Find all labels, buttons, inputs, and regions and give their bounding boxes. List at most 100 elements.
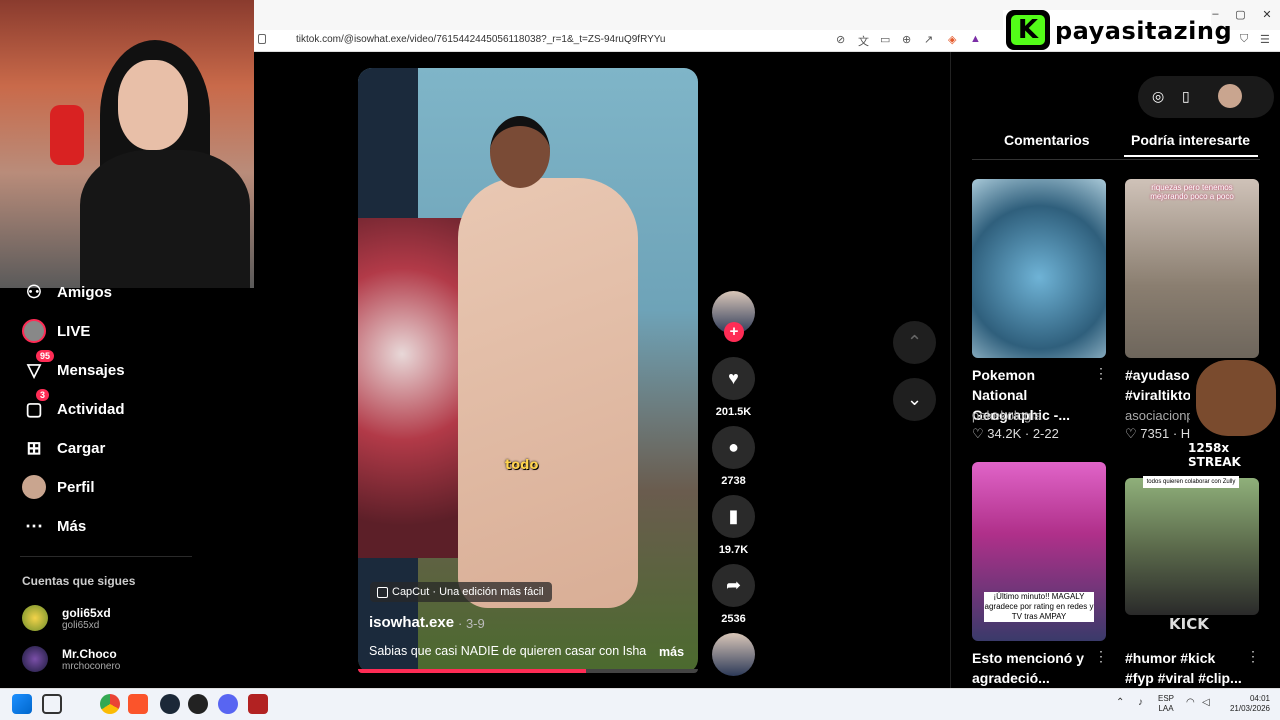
kick-logo-icon: K xyxy=(1006,10,1050,50)
tab-recommended[interactable]: Podría interesarte xyxy=(1131,132,1250,148)
microphone-tray-icon[interactable]: ♪ xyxy=(1138,697,1143,708)
input-language[interactable]: ESP LAA xyxy=(1158,694,1174,714)
site-info-icon[interactable] xyxy=(258,34,266,44)
tray-expand-icon[interactable]: ⌃ xyxy=(1116,697,1124,708)
translate-icon[interactable]: 文 xyxy=(858,33,869,49)
lang-code: ESP xyxy=(1158,694,1175,703)
share-page-icon[interactable]: ↗ xyxy=(924,33,933,46)
follow-plus-icon[interactable]: + xyxy=(724,322,744,342)
activity-badge: 3 xyxy=(36,389,50,401)
following-account[interactable]: Mr.Choco mrchoconero xyxy=(22,646,120,672)
streamer-name: payasitazing xyxy=(1055,17,1233,45)
microphone-icon xyxy=(50,105,84,165)
recommendation-author[interactable]: asociacionp xyxy=(1125,408,1194,423)
sidebar-item-profile[interactable]: Perfil xyxy=(22,475,95,499)
recommendation-date: 2-22 xyxy=(1032,426,1059,441)
thumbnail-text: ¡Último minuto!! MAGALY agradece por rat… xyxy=(984,592,1094,622)
thumbnail-text: riquezas pero tenemos mejorando poco a p… xyxy=(1150,183,1234,201)
messages-badge: 95 xyxy=(36,350,55,362)
recommendation-thumbnail[interactable] xyxy=(972,179,1106,358)
video-scene-dress xyxy=(458,178,638,608)
next-video-button[interactable]: ⌄ xyxy=(893,378,936,421)
thumbnail-text: KICK xyxy=(1169,615,1209,633)
discord-icon[interactable] xyxy=(218,694,238,714)
close-icon[interactable]: ✕ xyxy=(1262,8,1271,21)
activity-icon: ▢ 3 xyxy=(22,389,50,421)
tab-comments[interactable]: Comentarios xyxy=(1004,132,1090,148)
github-icon[interactable] xyxy=(188,694,208,714)
share-button[interactable]: ➦ 2536 xyxy=(712,564,755,625)
more-options-icon[interactable]: ⋮ xyxy=(1094,648,1108,665)
streak-counter: 1258x STREAK xyxy=(1188,441,1241,469)
recommendation-thumbnail[interactable] xyxy=(1125,478,1259,615)
video-date: · 3-9 xyxy=(458,616,485,631)
sidebar-item-friends[interactable]: ⚇ Amigos xyxy=(22,280,112,304)
steam-icon[interactable] xyxy=(160,694,180,714)
streak-face xyxy=(1196,360,1276,436)
sidebar-item-label: Más xyxy=(57,517,87,535)
heart-icon: ♥ xyxy=(712,357,755,400)
sidebar-item-live[interactable]: LIVE xyxy=(22,319,90,343)
next-creator-avatar[interactable] xyxy=(712,633,755,676)
sidebar-item-label: Perfil xyxy=(57,478,95,496)
recommendation-date: · H xyxy=(1172,426,1191,441)
clock[interactable]: 04:01 21/03/2026 xyxy=(1226,694,1270,714)
recommendation-thumbnail[interactable]: riquezas pero tenemos mejorando poco a p… xyxy=(1125,179,1259,358)
hide-media-icon[interactable]: ⊘ xyxy=(836,33,845,46)
sidebar-item-more[interactable]: ⋯ Más xyxy=(22,514,86,538)
brave-icon[interactable] xyxy=(128,694,148,714)
cast-icon[interactable]: ▭ xyxy=(880,33,890,46)
sidebar-item-label: Cargar xyxy=(57,439,106,457)
more-options-icon[interactable]: ⋮ xyxy=(1246,648,1260,665)
thumbnail-banner: todos quieren colaborar con Zully xyxy=(1143,476,1239,488)
menu-icon[interactable]: ☰ xyxy=(1260,33,1270,46)
wifi-icon[interactable]: ◠ xyxy=(1186,697,1195,708)
compass-icon[interactable]: ◎ xyxy=(1152,88,1164,105)
more-options-icon[interactable]: ⋮ xyxy=(1094,365,1108,382)
recommendation-title[interactable]: #humor #kick #fyp #viral #clip... xyxy=(1125,648,1245,688)
video-description: Sabias que casi NADIE de quieren casar c… xyxy=(369,644,647,658)
following-account[interactable]: goli65xd goli65xd xyxy=(22,605,111,631)
url-text[interactable]: tiktok.com/@isowhat.exe/video/7615442445… xyxy=(296,34,665,45)
video-scene-head xyxy=(490,116,550,188)
zoom-icon[interactable]: ⊕ xyxy=(902,33,911,46)
panel-divider xyxy=(950,52,951,688)
vpn-icon[interactable]: ⛉ xyxy=(1240,33,1248,46)
chrome-icon[interactable] xyxy=(100,694,120,714)
sidebar-item-upload[interactable]: ⊞ Cargar xyxy=(22,436,105,460)
sidebar-divider xyxy=(20,556,192,557)
previous-video-button[interactable]: ⌃ xyxy=(893,321,936,364)
active-tab-indicator xyxy=(1124,155,1258,157)
friends-icon: ⚇ xyxy=(25,281,43,302)
account-username: mrchoconero xyxy=(62,660,121,672)
comment-icon: ● xyxy=(712,426,755,469)
rewards-icon[interactable]: ▲ xyxy=(970,33,981,45)
comment-count: 2738 xyxy=(721,475,746,487)
description-more-link[interactable]: más xyxy=(659,645,684,659)
save-button[interactable]: ▮ 19.7K xyxy=(712,495,755,556)
account-name: goli65xd xyxy=(62,605,111,620)
sidebar-item-messages[interactable]: ▽ 95 Mensajes xyxy=(22,350,125,382)
task-view-icon[interactable] xyxy=(42,694,62,714)
sidebar-item-activity[interactable]: ▢ 3 Actividad xyxy=(22,389,125,421)
user-avatar[interactable] xyxy=(1218,84,1242,108)
video-author[interactable]: isowhat.exe xyxy=(369,614,454,631)
maximize-icon[interactable]: ▢ xyxy=(1235,8,1245,21)
comment-button[interactable]: ● 2738 xyxy=(712,426,755,487)
lang-layout: LAA xyxy=(1158,704,1174,713)
capcut-badge[interactable]: CapCut · Una edición más fácil xyxy=(370,582,552,602)
recommendation-title[interactable]: Esto mencionó y agradeció... xyxy=(972,648,1092,688)
brave-shield-icon[interactable]: ◈ xyxy=(948,33,956,46)
start-icon[interactable] xyxy=(12,694,32,714)
share-icon: ➦ xyxy=(712,564,755,607)
volume-icon[interactable]: ◁ xyxy=(1202,697,1210,708)
video-progress-bar[interactable] xyxy=(358,669,698,673)
avatar xyxy=(22,646,48,672)
like-button[interactable]: ♥ 201.5K xyxy=(712,357,755,418)
recommendation-thumbnail[interactable]: ¡Último minuto!! MAGALY agradece por rat… xyxy=(972,462,1106,641)
toolbar-pill: ◎ ▯ xyxy=(1138,76,1274,118)
recommendation-author[interactable]: pokekologia xyxy=(972,408,1041,423)
device-icon[interactable]: ▯ xyxy=(1182,88,1190,105)
dota-icon[interactable] xyxy=(248,694,268,714)
more-icon: ⋯ xyxy=(25,515,43,536)
